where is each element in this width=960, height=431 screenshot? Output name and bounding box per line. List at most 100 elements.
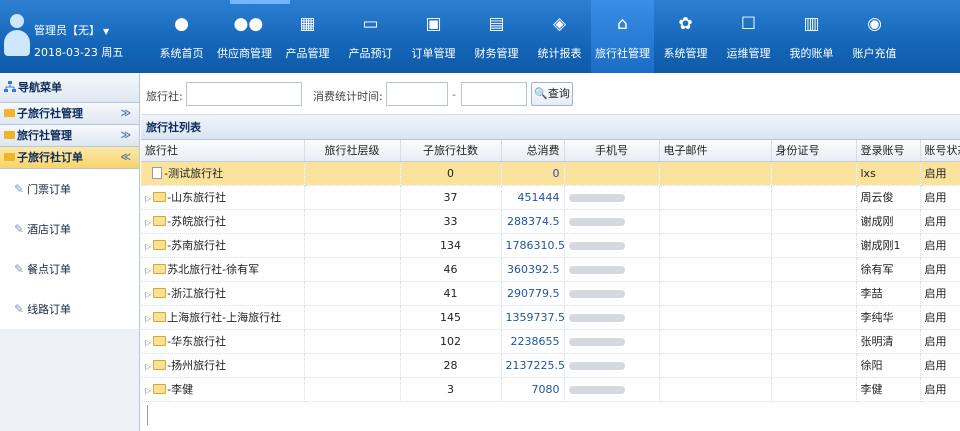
cell-level xyxy=(304,161,401,186)
expand-icon[interactable]: ▷ xyxy=(145,314,151,323)
cell-level xyxy=(304,353,401,378)
expand-icon[interactable]: ▷ xyxy=(145,218,151,227)
cell-total: 7080 xyxy=(501,377,565,402)
sidebar-item-route-orders[interactable]: ✎ 线路订单 xyxy=(0,289,139,329)
cell-login: 李健 xyxy=(856,377,921,402)
table-row[interactable]: ▷ 苏北旅行社-徐有军 46 360392.5 徐有军 启用 xyxy=(141,257,960,282)
cell-email xyxy=(659,209,772,234)
pencil-icon: ✎ xyxy=(14,302,25,316)
start-date-input[interactable] xyxy=(386,82,448,106)
cell-level xyxy=(304,233,401,258)
nav-item-8[interactable]: ✿ 系统管理 xyxy=(654,0,717,73)
cell-login: 谢成刚 xyxy=(856,209,921,234)
cell-login-text: 张明清 xyxy=(860,335,894,348)
nav-item-11[interactable]: ◉ 账户充值 xyxy=(843,0,906,73)
expand-icon[interactable]: ▷ xyxy=(145,362,151,371)
folder-icon xyxy=(153,216,167,226)
nav-item-4[interactable]: ▣ 订单管理 xyxy=(402,0,465,73)
query-button-label: 查询 xyxy=(547,87,570,100)
nav-item-10[interactable]: ▥ 我的账单 xyxy=(780,0,843,73)
nav-item-5[interactable]: ▤ 财务管理 xyxy=(465,0,528,73)
col-sub-count[interactable]: 子旅行社数 xyxy=(400,140,502,162)
table-row[interactable]: -测试旅行社 0 0 lxs 启用 xyxy=(141,161,960,186)
col-total[interactable]: 总消费 xyxy=(501,140,565,162)
cell-status-text: 启用 xyxy=(924,287,947,300)
col-phone[interactable]: 手机号 xyxy=(564,140,660,162)
pencil-icon: ✎ xyxy=(14,182,25,196)
cell-id-number xyxy=(771,257,857,282)
cell-agency: ▷ -山东旅行社 xyxy=(141,185,305,210)
cell-sub-count: 41 xyxy=(400,281,502,306)
table-row[interactable]: ▷ -扬州旅行社 28 2137225.5 徐阳 启用 xyxy=(141,353,960,378)
sidebar-group-sub-agency-mgmt[interactable]: 子旅行社管理 ≫ xyxy=(0,103,139,125)
sidebar-item-hotel-orders[interactable]: ✎ 酒店订单 xyxy=(0,209,139,249)
user-panel: 管理员【无】 ▼ 2018-03-23 周五 xyxy=(0,0,145,73)
expand-icon[interactable]: ▷ xyxy=(145,266,151,275)
cell-total-text: 2137225.5 xyxy=(505,358,564,372)
expand-icon[interactable]: ▷ xyxy=(145,338,151,347)
calculator-icon: ▤ xyxy=(488,14,505,34)
sidebar-group-agency-mgmt[interactable]: 旅行社管理 ≫ xyxy=(0,125,139,147)
cell-login: lxs xyxy=(856,161,921,186)
nav-item-2[interactable]: ▦ 产品管理 xyxy=(276,0,339,73)
table-row[interactable]: ▷ -浙江旅行社 41 290779.5 李喆 启用 xyxy=(141,281,960,306)
col-agency[interactable]: 旅行社 xyxy=(141,140,305,162)
sidebar-item-meal-orders[interactable]: ✎ 餐点订单 xyxy=(0,249,139,289)
table-row[interactable]: ▷ 上海旅行社-上海旅行社 145 1359737.5 李纯华 启用 xyxy=(141,305,960,330)
expand-icon[interactable]: ▷ xyxy=(145,386,151,395)
end-date-input[interactable] xyxy=(461,82,527,106)
cell-sub-count-text: 41 xyxy=(443,286,458,300)
col-login[interactable]: 登录账号 xyxy=(856,140,921,162)
sidebar-title-label: 导航菜单 xyxy=(18,81,62,94)
cell-email xyxy=(659,377,772,402)
sidebar-group-label: 子旅行社订单 xyxy=(17,151,83,164)
expand-icon[interactable]: ▷ xyxy=(145,194,151,203)
sidebar-group-sub-agency-orders[interactable]: 子旅行社订单 ≪ xyxy=(0,147,139,169)
table-row[interactable]: ▷ -李健 3 7080 李健 启用 xyxy=(141,377,960,402)
col-email[interactable]: 电子邮件 xyxy=(659,140,772,162)
chevron-double-up-icon: ≪ xyxy=(120,152,131,163)
cell-login: 周云俊 xyxy=(856,185,921,210)
agency-input[interactable] xyxy=(186,82,302,106)
col-level[interactable]: 旅行社层级 xyxy=(304,140,401,162)
cell-sub-count-text: 134 xyxy=(440,238,461,252)
cell-sub-count-text: 28 xyxy=(443,358,458,372)
resize-grip[interactable] xyxy=(147,405,148,425)
query-button[interactable]: 🔍查询 xyxy=(531,82,573,106)
sidebar-item-label: 餐点订单 xyxy=(27,263,72,276)
cell-id-number xyxy=(771,377,857,402)
folder-icon xyxy=(4,153,15,161)
cell-agency: ▷ -浙江旅行社 xyxy=(141,281,305,306)
cell-agency-text: -苏皖旅行社 xyxy=(167,215,227,228)
cell-email xyxy=(659,233,772,258)
cell-total-text: 7080 xyxy=(531,382,560,396)
cell-email xyxy=(659,329,772,354)
cell-agency: ▷ -苏南旅行社 xyxy=(141,233,305,258)
nav-item-9[interactable]: ☐ 运维管理 xyxy=(717,0,780,73)
nav-item-0[interactable]: ● 系统首页 xyxy=(150,0,213,73)
nav-item-1[interactable]: ●● 供应商管理 xyxy=(213,0,276,73)
cell-login-text: 谢成刚 xyxy=(860,215,894,228)
nav-item-7[interactable]: ⌂ 旅行社管理 xyxy=(591,0,654,73)
table-row[interactable]: ▷ -华东旅行社 102 2238655 张明清 启用 xyxy=(141,329,960,354)
user-name-menu[interactable]: 管理员【无】 ▼ xyxy=(34,22,109,38)
col-id-number[interactable]: 身份证号 xyxy=(771,140,857,162)
top-bar: 管理员【无】 ▼ 2018-03-23 周五 ● 系统首页 ●● 供应商管理 ▦ 产品管理 ▭… xyxy=(0,0,960,73)
expand-icon[interactable]: ▷ xyxy=(145,242,151,251)
cell-sub-count-text: 3 xyxy=(447,382,454,396)
cell-login: 李纯华 xyxy=(856,305,921,330)
table-row[interactable]: ▷ -苏皖旅行社 33 288374.5 谢成刚 启用 xyxy=(141,209,960,234)
col-status[interactable]: 账号状态 xyxy=(920,140,960,162)
expand-icon[interactable]: ▷ xyxy=(145,290,151,299)
cell-total-text: 1359737.5 xyxy=(505,310,564,324)
order-icon: ▣ xyxy=(425,14,442,34)
nav-item-3[interactable]: ▭ 产品预订 xyxy=(339,0,402,73)
table-row[interactable]: ▷ -苏南旅行社 134 1786310.5 谢成刚1 启用 xyxy=(141,233,960,258)
search-bar: 旅行社: 消费统计时间: - 🔍查询 xyxy=(141,73,960,115)
cell-status-text: 启用 xyxy=(924,311,947,324)
table-row[interactable]: ▷ -山东旅行社 37 451444 周云俊 启用 xyxy=(141,185,960,210)
nav-item-6[interactable]: ◈ 统计报表 xyxy=(528,0,591,73)
folder-icon xyxy=(4,109,15,117)
cell-email xyxy=(659,353,772,378)
sidebar-item-ticket-orders[interactable]: ✎ 门票订单 xyxy=(0,169,139,209)
